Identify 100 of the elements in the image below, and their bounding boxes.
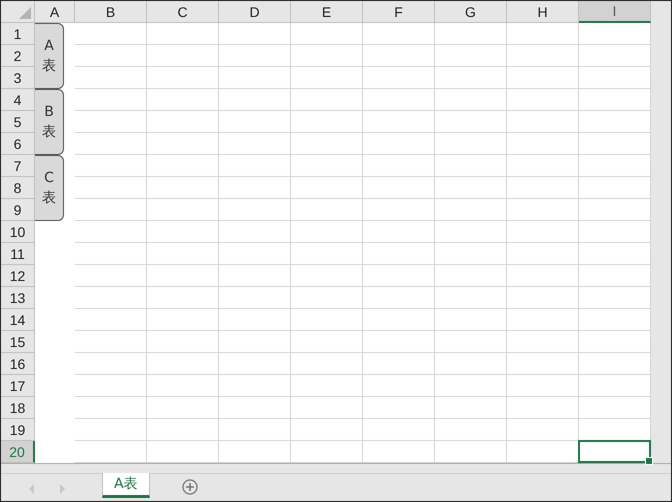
sheet-button[interactable]: A表 bbox=[35, 23, 64, 89]
grid-cell[interactable] bbox=[435, 243, 507, 265]
row-header[interactable]: 3 bbox=[1, 67, 35, 89]
grid-cell[interactable] bbox=[219, 155, 291, 177]
grid-cell[interactable] bbox=[435, 45, 507, 67]
grid-cell[interactable] bbox=[435, 375, 507, 397]
grid-cell[interactable] bbox=[291, 177, 363, 199]
grid-cell[interactable] bbox=[507, 45, 579, 67]
row-header[interactable]: 12 bbox=[1, 265, 35, 287]
row-header[interactable]: 5 bbox=[1, 111, 35, 133]
grid-cell[interactable] bbox=[291, 375, 363, 397]
grid-cell[interactable] bbox=[219, 309, 291, 331]
grid-cell[interactable] bbox=[75, 23, 147, 45]
grid-cell[interactable] bbox=[147, 23, 219, 45]
row-header[interactable]: 8 bbox=[1, 177, 35, 199]
row-header[interactable]: 7 bbox=[1, 155, 35, 177]
grid-cell[interactable] bbox=[363, 155, 435, 177]
row-header[interactable]: 4 bbox=[1, 89, 35, 111]
grid-cell[interactable] bbox=[507, 419, 579, 441]
grid-cell[interactable] bbox=[435, 111, 507, 133]
grid-cell[interactable] bbox=[363, 199, 435, 221]
grid-cell[interactable] bbox=[363, 23, 435, 45]
selected-cell[interactable] bbox=[578, 440, 651, 463]
row-header[interactable]: 6 bbox=[1, 133, 35, 155]
row-header[interactable]: 15 bbox=[1, 331, 35, 353]
row-header[interactable]: 13 bbox=[1, 287, 35, 309]
grid-cell[interactable] bbox=[507, 23, 579, 45]
grid-cell[interactable] bbox=[147, 89, 219, 111]
grid-cell[interactable] bbox=[147, 397, 219, 419]
grid-cell[interactable] bbox=[147, 419, 219, 441]
grid-cell[interactable] bbox=[363, 309, 435, 331]
column-header[interactable]: H bbox=[507, 1, 579, 23]
grid-cell[interactable] bbox=[291, 243, 363, 265]
grid-cell[interactable] bbox=[219, 45, 291, 67]
grid-cell[interactable] bbox=[363, 353, 435, 375]
grid-cell[interactable] bbox=[75, 287, 147, 309]
column-header[interactable]: B bbox=[75, 1, 147, 23]
grid-cell[interactable] bbox=[363, 177, 435, 199]
grid-cell[interactable] bbox=[507, 287, 579, 309]
grid-cell[interactable] bbox=[363, 331, 435, 353]
grid-cell[interactable] bbox=[75, 111, 147, 133]
fill-handle[interactable] bbox=[645, 457, 653, 465]
grid-cell[interactable] bbox=[507, 133, 579, 155]
grid-cell[interactable] bbox=[435, 155, 507, 177]
grid-cell[interactable] bbox=[363, 397, 435, 419]
grid-cell[interactable] bbox=[291, 199, 363, 221]
grid-cell[interactable] bbox=[219, 375, 291, 397]
grid-cell[interactable] bbox=[507, 243, 579, 265]
grid-cell[interactable] bbox=[219, 419, 291, 441]
grid-cell[interactable] bbox=[363, 133, 435, 155]
grid-cell[interactable] bbox=[75, 199, 147, 221]
grid-cell[interactable] bbox=[363, 45, 435, 67]
grid-cell[interactable] bbox=[507, 155, 579, 177]
row-header[interactable]: 1 bbox=[1, 23, 35, 45]
grid-cell[interactable] bbox=[75, 265, 147, 287]
add-sheet-icon[interactable] bbox=[182, 479, 198, 495]
grid-cell[interactable] bbox=[507, 111, 579, 133]
grid-cell[interactable] bbox=[435, 419, 507, 441]
sheet-button[interactable]: B表 bbox=[35, 89, 64, 155]
grid-cell[interactable] bbox=[219, 199, 291, 221]
grid-cell[interactable] bbox=[147, 45, 219, 67]
grid-cell[interactable] bbox=[291, 353, 363, 375]
grid-cell[interactable] bbox=[147, 133, 219, 155]
grid-cell[interactable] bbox=[75, 177, 147, 199]
grid-cell[interactable] bbox=[435, 221, 507, 243]
grid-cell[interactable] bbox=[435, 177, 507, 199]
grid-cell[interactable] bbox=[291, 67, 363, 89]
grid-cell[interactable] bbox=[219, 89, 291, 111]
grid-cell[interactable] bbox=[147, 309, 219, 331]
grid-cell[interactable] bbox=[219, 331, 291, 353]
grid-cell[interactable] bbox=[507, 353, 579, 375]
row-header[interactable]: 2 bbox=[1, 45, 35, 67]
grid-cell[interactable] bbox=[147, 287, 219, 309]
grid-cell[interactable] bbox=[507, 265, 579, 287]
grid-cell[interactable] bbox=[507, 199, 579, 221]
grid-cell[interactable] bbox=[219, 177, 291, 199]
grid-cell[interactable] bbox=[507, 177, 579, 199]
grid-cell[interactable] bbox=[435, 89, 507, 111]
row-header[interactable]: 11 bbox=[1, 243, 35, 265]
grid-cell[interactable] bbox=[219, 243, 291, 265]
sheet-button[interactable]: C表 bbox=[35, 155, 64, 221]
grid-cell[interactable] bbox=[147, 221, 219, 243]
grid-cell[interactable] bbox=[147, 375, 219, 397]
grid-cell[interactable] bbox=[435, 309, 507, 331]
grid-cell[interactable] bbox=[507, 221, 579, 243]
row-header[interactable]: 14 bbox=[1, 309, 35, 331]
grid-cell[interactable] bbox=[147, 155, 219, 177]
grid-cell[interactable] bbox=[363, 111, 435, 133]
grid-cell[interactable] bbox=[219, 67, 291, 89]
grid-cell[interactable] bbox=[291, 221, 363, 243]
grid-cell[interactable] bbox=[507, 397, 579, 419]
grid-cell[interactable] bbox=[219, 265, 291, 287]
grid-cell[interactable] bbox=[363, 419, 435, 441]
row-header[interactable]: 19 bbox=[1, 419, 35, 441]
grid-cell[interactable] bbox=[435, 67, 507, 89]
grid-cell[interactable] bbox=[363, 375, 435, 397]
grid-cell[interactable] bbox=[291, 419, 363, 441]
grid-cell[interactable] bbox=[147, 331, 219, 353]
row-header[interactable]: 18 bbox=[1, 397, 35, 419]
sheet-tab[interactable]: A表 bbox=[102, 473, 150, 498]
